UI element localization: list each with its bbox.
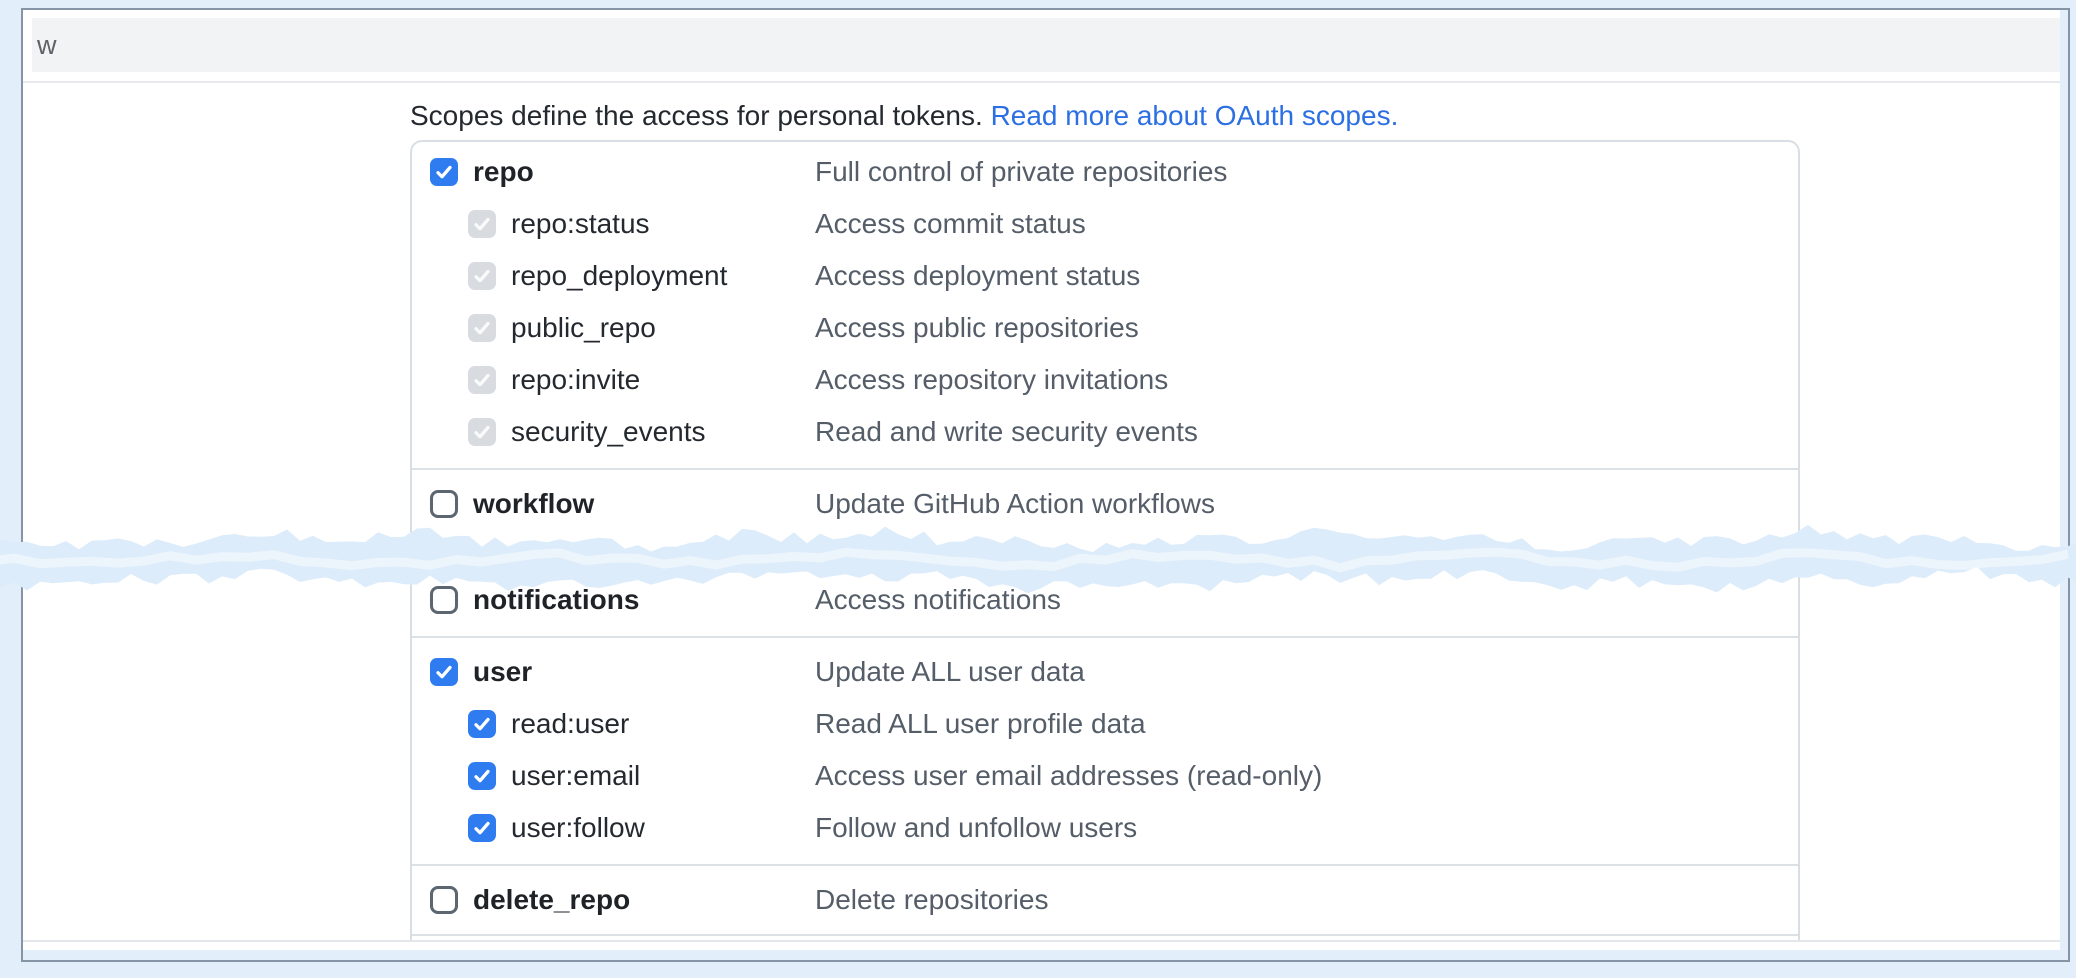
scope-name: user:follow (511, 812, 645, 844)
scope-name: workflow (473, 488, 594, 520)
scope-description: Access notifications (815, 584, 1061, 616)
scope-description: Follow and unfollow users (815, 812, 1137, 844)
scope-name: security_events (511, 416, 706, 448)
scope-group: workflow Update GitHub Action workflows (412, 468, 1798, 540)
scope-name: public_repo (511, 312, 656, 344)
token-note-input[interactable]: w (32, 18, 2060, 72)
scope-row: repo:invite Access repository invitations (412, 354, 1798, 406)
scope-group: notifications Access notifications (412, 556, 1798, 636)
scope-description: Access repository invitations (815, 364, 1168, 396)
scope-row: user Update ALL user data (412, 646, 1798, 698)
check-icon (472, 266, 492, 286)
scope-row: user:follow Follow and unfollow users (412, 802, 1798, 854)
check-icon (472, 818, 492, 838)
scope-row: public_repo Access public repositories (412, 302, 1798, 354)
scope-group: user Update ALL user data read:user Read AL… (412, 636, 1798, 864)
scope-group: delete_repo Delete repositories (412, 864, 1798, 936)
scope-checkbox-repo_deployment (468, 262, 496, 290)
scope-description: Update ALL user data (815, 656, 1085, 688)
page-background: { "window": { "header_value": "w" }, "in… (0, 0, 2076, 978)
scope-description: Update GitHub Action workflows (815, 488, 1215, 520)
scopes-box: repo Full control of private repositories… (410, 140, 1800, 940)
scope-name: read:user (511, 708, 629, 740)
scope-row: read:user Read ALL user profile data (412, 698, 1798, 750)
check-icon (472, 370, 492, 390)
check-icon (472, 318, 492, 338)
scope-name: repo:status (511, 208, 650, 240)
scope-row: notifications Access notifications (412, 574, 1798, 626)
scope-row: repo Full control of private repositories (412, 146, 1798, 198)
bottom-gutter (23, 950, 2060, 960)
scope-row: delete_repo Delete repositories (412, 874, 1798, 926)
scope-checkbox-user:follow[interactable] (468, 814, 496, 842)
scope-description: Access commit status (815, 208, 1086, 240)
scrollbar-track[interactable] (2060, 10, 2068, 960)
scope-checkbox-notifications[interactable] (430, 586, 458, 614)
header-divider (23, 81, 2060, 83)
scope-checkbox-security_events (468, 418, 496, 446)
scope-description: Read and write security events (815, 416, 1198, 448)
scope-checkbox-repo:invite (468, 366, 496, 394)
scope-checkbox-repo[interactable] (430, 158, 458, 186)
check-icon (434, 662, 454, 682)
scope-description: Read ALL user profile data (815, 708, 1146, 740)
scope-row: security_events Read and write security e… (412, 406, 1798, 458)
scope-checkbox-delete_repo[interactable] (430, 886, 458, 914)
scopes-intro-text: Scopes define the access for personal to… (410, 100, 991, 131)
scope-row: repo_deployment Access deployment status (412, 250, 1798, 302)
scope-description: Full control of private repositories (815, 156, 1227, 188)
scope-checkbox-user[interactable] (430, 658, 458, 686)
scopes-intro: Scopes define the access for personal to… (410, 94, 1398, 138)
scope-description: Access deployment status (815, 260, 1140, 292)
scope-row: user:email Access user email addresses (r… (412, 750, 1798, 802)
scope-checkbox-workflow[interactable] (430, 490, 458, 518)
scope-name: delete_repo (473, 884, 630, 916)
check-icon (472, 214, 492, 234)
oauth-scopes-link[interactable]: Read more about OAuth scopes. (991, 100, 1399, 131)
check-icon (472, 422, 492, 442)
scope-checkbox-repo:status (468, 210, 496, 238)
check-icon (434, 162, 454, 182)
scope-name: repo:invite (511, 364, 640, 396)
scope-name: repo_deployment (511, 260, 727, 292)
scope-name: repo (473, 156, 534, 188)
scope-group: repo Full control of private repositories… (412, 142, 1798, 468)
window-panel: w Scopes define the access for personal … (21, 8, 2070, 962)
check-icon (472, 714, 492, 734)
scope-row: repo:status Access commit status (412, 198, 1798, 250)
check-icon (472, 766, 492, 786)
scope-name: user (473, 656, 532, 688)
content-bottom-divider (23, 940, 2060, 942)
scope-description: Delete repositories (815, 884, 1048, 916)
scope-checkbox-user:email[interactable] (468, 762, 496, 790)
scope-name: user:email (511, 760, 640, 792)
scope-row: workflow Update GitHub Action workflows (412, 478, 1798, 530)
scope-name: notifications (473, 584, 639, 616)
scope-checkbox-public_repo (468, 314, 496, 342)
scope-checkbox-read:user[interactable] (468, 710, 496, 738)
scope-description: Access user email addresses (read-only) (815, 760, 1322, 792)
token-note-value: w (37, 30, 57, 60)
scope-description: Access public repositories (815, 312, 1139, 344)
